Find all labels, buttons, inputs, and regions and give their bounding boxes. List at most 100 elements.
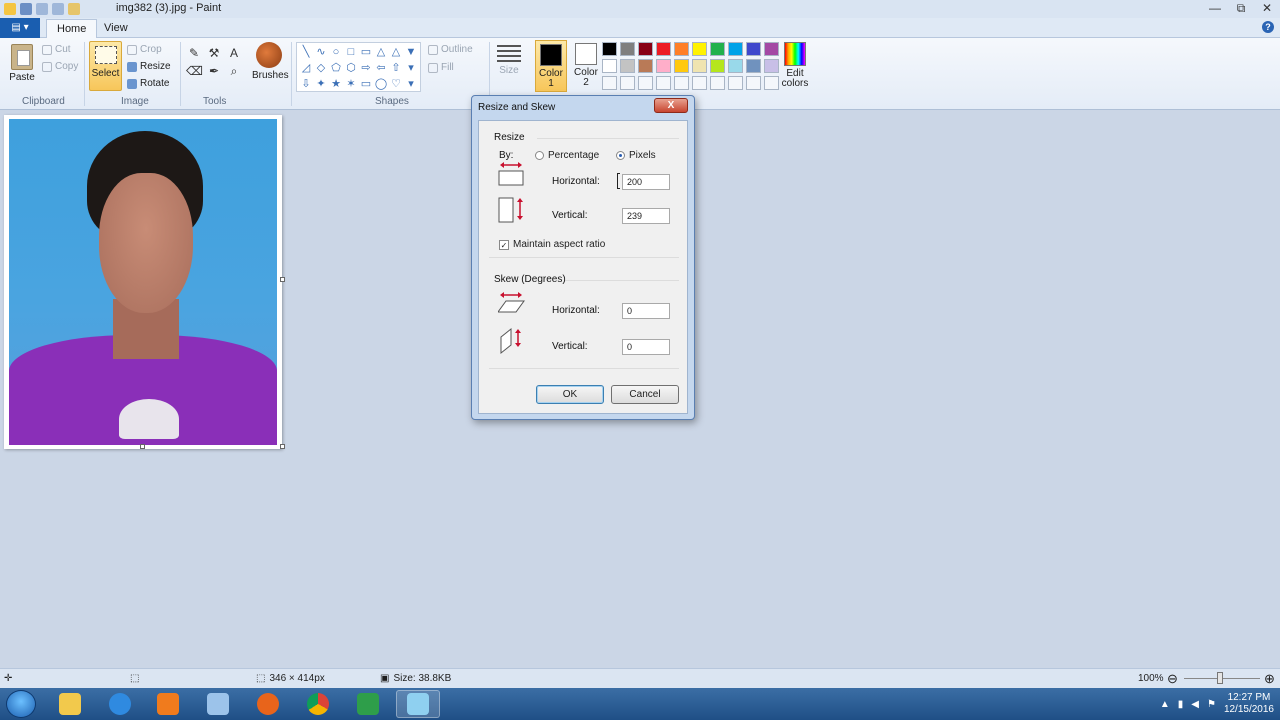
palette-swatch[interactable] [638, 59, 653, 73]
palette-swatch[interactable] [746, 59, 761, 73]
outline-button[interactable]: Outline [428, 44, 473, 55]
shape-icon[interactable]: ⇦ [374, 61, 388, 76]
shape-icon[interactable]: △ [389, 45, 403, 60]
magnifier-icon[interactable]: ⌕ [226, 64, 242, 79]
palette-swatch[interactable] [764, 76, 779, 90]
tab-home[interactable]: Home [46, 19, 98, 38]
palette-swatch[interactable] [728, 59, 743, 73]
palette-swatch[interactable] [692, 76, 707, 90]
vertical-resize-input[interactable]: 239 [622, 208, 670, 224]
shape-icon[interactable]: ◇ [314, 61, 328, 76]
palette-swatch[interactable] [746, 42, 761, 56]
shape-icon[interactable]: ▭ [359, 77, 373, 92]
skew-vertical-input[interactable]: 0 [622, 339, 670, 355]
shape-icon[interactable]: ⇩ [299, 77, 313, 92]
shape-icon[interactable]: ⬡ [344, 61, 358, 76]
crop-button[interactable]: Crop [127, 44, 162, 55]
rotate-button[interactable]: Rotate [127, 78, 169, 89]
fill-button[interactable]: Fill [428, 62, 454, 73]
color-picker-icon[interactable]: ✒ [206, 64, 222, 79]
palette-swatch[interactable] [656, 76, 671, 90]
brushes-button[interactable]: Brushes [252, 42, 289, 81]
taskbar-ie[interactable] [98, 690, 142, 718]
palette-swatch[interactable] [710, 76, 725, 90]
taskbar-network[interactable] [196, 690, 240, 718]
zoom-slider-thumb[interactable] [1217, 672, 1223, 684]
undo-icon[interactable] [36, 3, 48, 15]
help-icon[interactable]: ? [1262, 21, 1274, 33]
paste-button[interactable]: Paste [8, 44, 36, 83]
palette-swatch[interactable] [602, 42, 617, 56]
size-button[interactable]: Size [495, 42, 523, 76]
edit-colors-button[interactable]: Edit colors [780, 42, 810, 89]
copy-button[interactable]: Copy [42, 61, 78, 72]
shape-icon[interactable]: ∿ [314, 45, 328, 60]
image-canvas[interactable] [4, 115, 282, 449]
taskbar-paint[interactable] [396, 690, 440, 718]
eraser-icon[interactable]: ⌫ [186, 64, 203, 79]
qat-customize-icon[interactable] [68, 3, 80, 15]
start-button[interactable] [6, 690, 36, 718]
palette-swatch[interactable] [602, 76, 617, 90]
palette-swatch[interactable] [656, 42, 671, 56]
color1-button[interactable]: Color 1 [535, 40, 567, 92]
resize-handle-corner[interactable] [280, 444, 285, 449]
close-window-button[interactable]: ✕ [1254, 0, 1280, 18]
shape-icon[interactable]: ⬠ [329, 61, 343, 76]
flag-icon[interactable]: ⚑ [1207, 699, 1216, 710]
fill-bucket-icon[interactable]: ⚒ [206, 46, 222, 60]
taskbar-media-player[interactable] [146, 690, 190, 718]
ok-button[interactable]: OK [536, 385, 604, 404]
pixels-radio[interactable]: Pixels [616, 150, 656, 161]
horizontal-resize-input[interactable]: 200 [622, 174, 670, 190]
save-icon[interactable] [20, 3, 32, 15]
taskbar-camtasia[interactable] [346, 690, 390, 718]
dialog-close-button[interactable]: X [654, 98, 688, 113]
shape-icon[interactable]: ⇨ [359, 61, 373, 76]
pencil-icon[interactable]: ✎ [186, 46, 202, 60]
palette-swatch[interactable] [692, 59, 707, 73]
tray-expand-icon[interactable]: ▲ [1160, 699, 1170, 710]
resize-handle-right[interactable] [280, 277, 285, 282]
zoom-in-button[interactable]: ⊕ [1264, 671, 1275, 687]
palette-swatch[interactable] [674, 59, 689, 73]
palette-swatch[interactable] [728, 42, 743, 56]
shape-icon[interactable]: ♡ [389, 77, 403, 92]
palette-swatch[interactable] [674, 42, 689, 56]
shape-icon[interactable]: ◯ [374, 77, 388, 92]
color2-button[interactable]: Color 2 [570, 40, 602, 92]
palette-swatch[interactable] [692, 42, 707, 56]
palette-swatch[interactable] [746, 76, 761, 90]
file-menu-button[interactable]: ▤ ▾ [0, 18, 40, 38]
paint-app-icon[interactable] [4, 3, 16, 15]
resize-handle-bottom[interactable] [140, 444, 145, 449]
palette-swatch[interactable] [728, 76, 743, 90]
palette-swatch[interactable] [620, 59, 635, 73]
zoom-out-button[interactable]: ⊖ [1167, 671, 1178, 687]
skew-horizontal-input[interactable]: 0 [622, 303, 670, 319]
shape-icon[interactable]: ▾ [404, 61, 418, 76]
shape-icon[interactable]: ⇧ [389, 61, 403, 76]
shape-icon[interactable]: ○ [329, 45, 343, 60]
network-tray-icon[interactable]: ▮ [1178, 699, 1184, 710]
palette-swatch[interactable] [602, 59, 617, 73]
percentage-radio[interactable]: Percentage [535, 150, 599, 161]
shape-icon[interactable]: ★ [329, 77, 343, 92]
shape-icon[interactable]: △ [374, 45, 388, 60]
redo-icon[interactable] [52, 3, 64, 15]
palette-swatch[interactable] [620, 76, 635, 90]
text-tool-icon[interactable]: A [226, 46, 242, 60]
palette-swatch[interactable] [638, 42, 653, 56]
taskbar-chrome[interactable] [296, 690, 340, 718]
cancel-button[interactable]: Cancel [611, 385, 679, 404]
palette-swatch[interactable] [620, 42, 635, 56]
taskbar-firefox[interactable] [246, 690, 290, 718]
shape-icon[interactable]: ╲ [299, 45, 313, 60]
shape-icon[interactable]: ✶ [344, 77, 358, 92]
palette-swatch[interactable] [656, 59, 671, 73]
cut-button[interactable]: Cut [42, 44, 71, 55]
shape-icon[interactable]: ◿ [299, 61, 313, 76]
shape-icon[interactable]: □ [344, 45, 358, 60]
shape-icon[interactable]: ▾ [404, 77, 418, 92]
maximize-button[interactable]: ⧉ [1228, 0, 1254, 18]
